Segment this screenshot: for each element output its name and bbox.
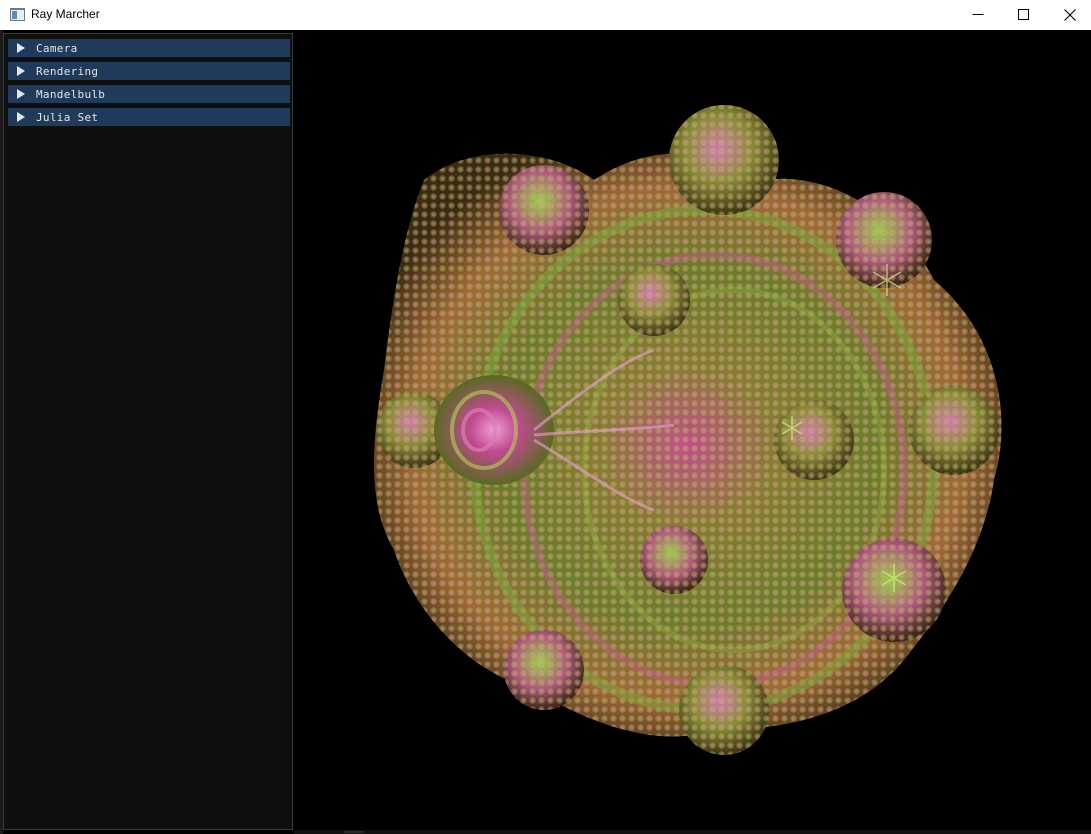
window-title: Ray Marcher	[31, 7, 100, 21]
header-label: Rendering	[36, 64, 99, 78]
header-rendering[interactable]: Rendering	[8, 62, 290, 80]
header-label: Camera	[36, 41, 78, 55]
header-mandelbulb[interactable]: Mandelbulb	[8, 85, 290, 103]
close-icon	[1064, 9, 1076, 21]
header-camera[interactable]: Camera	[8, 39, 290, 57]
title-bar: Ray Marcher	[0, 0, 1091, 30]
render-viewport[interactable]	[294, 30, 1091, 834]
header-label: Mandelbulb	[36, 87, 106, 101]
client-area: Camera Rendering Mandelbulb Julia Set	[0, 30, 1091, 834]
minimize-button[interactable]	[955, 0, 1001, 30]
maximize-icon	[1018, 9, 1029, 20]
collapsed-arrow-icon	[8, 62, 36, 80]
app-icon	[10, 8, 25, 21]
viewport-bottom-strip	[294, 830, 1091, 834]
fractal-render	[374, 105, 1002, 755]
maximize-button[interactable]	[1001, 0, 1047, 30]
minimize-icon	[972, 14, 984, 15]
close-button[interactable]	[1047, 0, 1091, 30]
settings-panel: Camera Rendering Mandelbulb Julia Set	[3, 33, 293, 830]
header-label: Julia Set	[36, 110, 99, 124]
header-julia-set[interactable]: Julia Set	[8, 108, 290, 126]
collapsed-arrow-icon	[8, 85, 36, 103]
collapsed-arrow-icon	[8, 39, 36, 57]
collapsed-arrow-icon	[8, 108, 36, 126]
